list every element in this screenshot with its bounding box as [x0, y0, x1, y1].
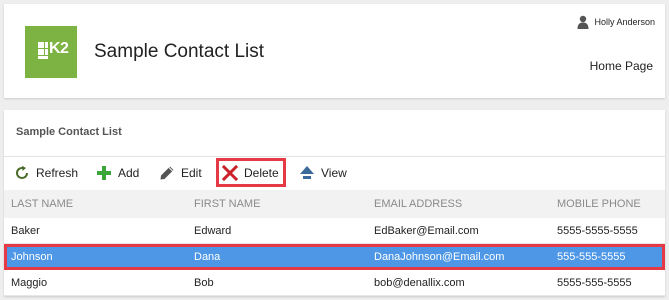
table-row[interactable]: Baker Edward EdBaker@Email.com 5555-5555…: [4, 218, 665, 244]
cell-text: Dana: [194, 251, 221, 263]
logo-square: [45, 49, 48, 55]
cell-text: bob@denallix.com: [374, 276, 465, 289]
user-icon: [577, 15, 589, 29]
cell-text: EdBaker@Email.com: [374, 224, 479, 237]
table-header: LAST NAME FIRST NAME EMAIL ADDRESS MOBIL…: [4, 190, 665, 218]
plus-icon: [97, 166, 111, 180]
column-header-first-name[interactable]: FIRST NAME: [191, 190, 372, 218]
refresh-icon: [16, 165, 28, 179]
toolbar: Refresh Add Edit Delete View: [4, 158, 665, 188]
cell-text: 5555-555-5555: [557, 276, 632, 289]
cell-mobile-phone: 5555-5555-5555: [554, 218, 665, 243]
home-page-link[interactable]: Home Page: [590, 59, 653, 73]
panel-divider: [4, 156, 665, 157]
cell-mobile-phone: 555-555-5555: [554, 244, 665, 270]
cell-text: DanaJohnson@Email.com: [374, 251, 505, 263]
panel-title: Sample Contact List: [16, 126, 122, 138]
contact-list-panel: Sample Contact List Refresh Add Edit Del…: [4, 110, 665, 296]
cell-text: Baker: [11, 224, 40, 237]
user-name: Holly Anderson: [594, 17, 655, 27]
logo-square: [38, 56, 48, 59]
cell-email: bob@denallix.com: [372, 270, 554, 295]
view-button[interactable]: View: [299, 162, 347, 184]
column-header-last-name[interactable]: LAST NAME: [4, 190, 191, 218]
column-header-label: FIRST NAME: [194, 198, 261, 210]
logo-square: [38, 42, 44, 48]
column-header-label: MOBILE PHONE: [557, 198, 641, 210]
user-info[interactable]: Holly Anderson: [577, 15, 655, 29]
cell-first-name: Edward: [191, 218, 372, 243]
column-header-mobile-phone[interactable]: MOBILE PHONE: [554, 190, 665, 218]
edit-button[interactable]: Edit: [159, 162, 202, 184]
delete-button[interactable]: Delete: [216, 158, 286, 187]
add-button[interactable]: Add: [96, 162, 139, 184]
cell-mobile-phone: 5555-555-5555: [554, 270, 665, 295]
view-label: View: [321, 166, 347, 180]
logo-square: [38, 49, 44, 55]
refresh-label: Refresh: [36, 166, 79, 180]
cell-first-name: Bob: [191, 270, 372, 295]
delete-x-icon: [222, 164, 238, 181]
cell-text: 555-555-5555: [557, 251, 626, 263]
cell-last-name: Maggio: [4, 270, 191, 295]
edit-label: Edit: [181, 166, 202, 180]
cell-text: Edward: [194, 224, 232, 237]
column-header-label: LAST NAME: [11, 198, 74, 210]
app-title: Sample Contact List: [94, 41, 265, 62]
column-header-email[interactable]: EMAIL ADDRESS: [372, 190, 554, 218]
pencil-icon: [160, 166, 174, 180]
table-row[interactable]: Maggio Bob bob@denallix.com 5555-555-555…: [4, 270, 665, 296]
k2-logo[interactable]: K2: [25, 26, 77, 78]
cell-text: Johnson: [11, 251, 53, 263]
cell-last-name: Baker: [4, 218, 191, 243]
cell-text: Maggio: [11, 276, 48, 289]
logo-text: K2: [49, 40, 69, 57]
column-header-label: EMAIL ADDRESS: [374, 198, 463, 210]
cell-email: DanaJohnson@Email.com: [372, 244, 554, 270]
table-row-selected[interactable]: Johnson Dana DanaJohnson@Email.com 555-5…: [4, 244, 665, 270]
cell-text: Bob: [194, 276, 214, 289]
cell-first-name: Dana: [191, 244, 372, 270]
view-icon: [300, 166, 314, 179]
cell-text: 5555-5555-5555: [557, 224, 638, 237]
cell-email: EdBaker@Email.com: [372, 218, 554, 243]
refresh-button[interactable]: Refresh: [14, 162, 78, 184]
delete-label: Delete: [244, 165, 279, 180]
logo-square: [45, 42, 48, 48]
app-header: K2 Sample Contact List Holly Anderson Ho…: [4, 4, 665, 98]
contacts-table: LAST NAME FIRST NAME EMAIL ADDRESS MOBIL…: [4, 190, 665, 296]
add-label: Add: [118, 166, 140, 180]
cell-last-name: Johnson: [4, 244, 191, 270]
